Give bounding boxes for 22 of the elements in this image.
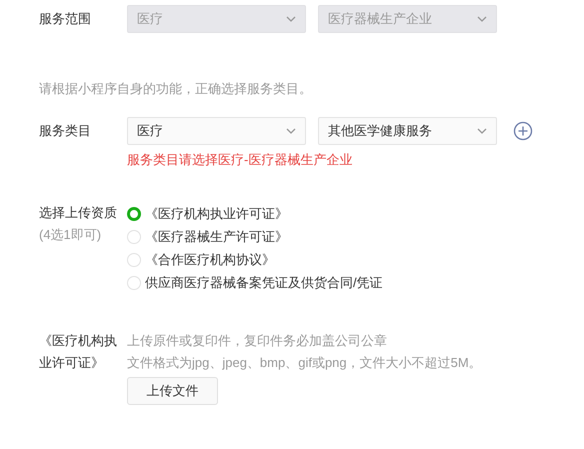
field-sublabel: (4选1即可) xyxy=(39,226,102,244)
chevron-down-icon xyxy=(286,128,296,134)
dropdown-select[interactable]: 其他医学健康服务 xyxy=(318,117,497,145)
upload-button[interactable]: 上传文件 xyxy=(127,377,218,405)
upload-note: 上传原件或复印件，复印件务必加盖公司公章 xyxy=(127,332,388,350)
radio-option[interactable]: 《医疗机构执业许可证》 xyxy=(127,202,383,225)
radio-option[interactable]: 供应商医疗器械备案凭证及供货合同/凭证 xyxy=(127,271,383,294)
radio-button[interactable] xyxy=(127,206,141,220)
hint-text: 请根据小程序自身的功能，正确选择服务类目。 xyxy=(39,80,313,98)
field-label: 服务范围 xyxy=(39,10,92,28)
radio-option[interactable]: 《医疗器械生产许可证》 xyxy=(127,225,383,248)
radio-option[interactable]: 《合作医疗机构协议》 xyxy=(127,248,383,271)
error-message: 服务类目请选择医疗-医疗器械生产企业 xyxy=(127,151,354,169)
upload-note: 文件格式为jpg、jpeg、bmp、gif或png，文件大小不超过5M。 xyxy=(127,354,482,372)
field-label: 《医疗机构执业许可证》 xyxy=(39,332,118,372)
chevron-down-icon xyxy=(477,128,487,134)
field-label: 选择上传资质 xyxy=(39,204,118,222)
field-label: 服务类目 xyxy=(39,122,92,140)
chevron-down-icon xyxy=(286,16,296,22)
dropdown-select[interactable]: 医疗 xyxy=(127,117,306,145)
chevron-down-icon xyxy=(477,16,487,22)
add-icon[interactable] xyxy=(513,121,533,141)
